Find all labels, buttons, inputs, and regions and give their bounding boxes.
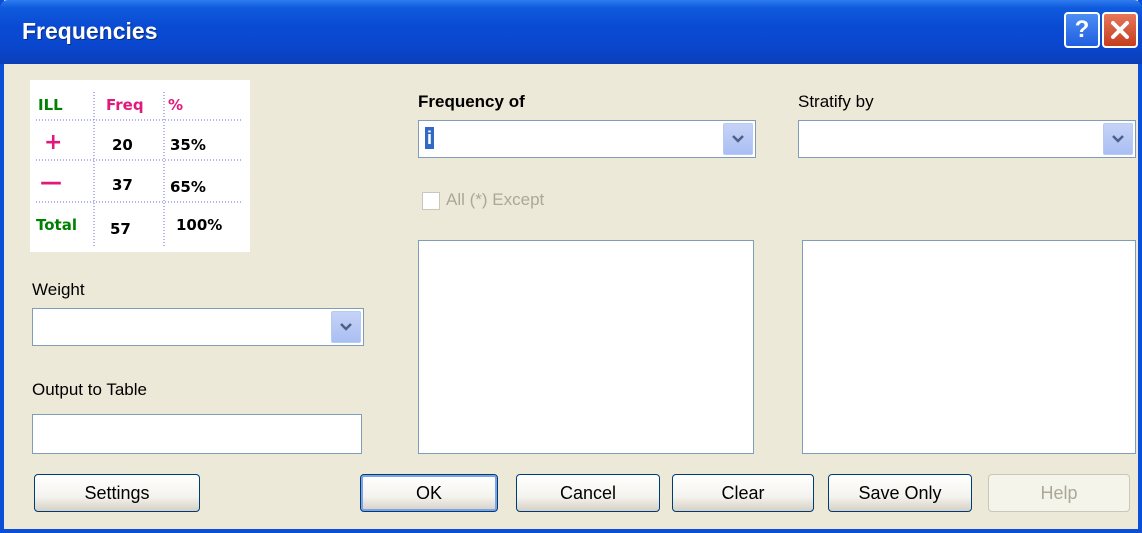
frequency-of-value: i	[425, 127, 435, 149]
frequency-of-dropdown-button[interactable]	[723, 123, 753, 155]
row-plus-pct: 35%	[170, 136, 206, 154]
all-except-label: All (*) Except	[446, 190, 545, 209]
chevron-down-icon	[340, 323, 352, 331]
output-table-label: Output to Table	[32, 380, 147, 399]
stratify-by-combobox[interactable]	[798, 120, 1136, 158]
frequency-of-combobox[interactable]: i	[418, 120, 756, 158]
save-only-button[interactable]: Save Only	[828, 474, 972, 512]
title-bar[interactable]: Frequencies ?	[0, 0, 1142, 64]
header-percent: %	[168, 96, 184, 114]
row-minus-pct: 65%	[170, 178, 206, 196]
close-button[interactable]	[1102, 12, 1138, 48]
frequency-of-label: Frequency of	[418, 92, 525, 111]
close-icon	[1111, 21, 1129, 39]
help-title-button[interactable]: ?	[1064, 12, 1100, 48]
chevron-down-icon	[732, 135, 744, 143]
frequency-variables-list[interactable]	[418, 240, 754, 454]
question-icon: ?	[1074, 16, 1090, 43]
window-title: Frequencies	[22, 18, 158, 44]
frequency-table-illustration: ILL Freq % + 20 35% — 37 65% Total 57 10…	[30, 80, 250, 252]
chevron-down-icon	[1112, 135, 1124, 143]
settings-button[interactable]: Settings	[34, 474, 200, 512]
all-except-checkbox[interactable]	[422, 192, 440, 210]
row-minus-freq: 37	[112, 176, 133, 194]
ok-button[interactable]: OK	[360, 474, 498, 512]
row-plus-freq: 20	[112, 136, 133, 154]
stratify-variables-list[interactable]	[802, 240, 1136, 454]
row-plus-sign: +	[44, 130, 63, 155]
header-ill: ILL	[38, 96, 63, 114]
header-freq: Freq	[106, 96, 144, 114]
clear-button[interactable]: Clear	[672, 474, 814, 512]
weight-label: Weight	[32, 280, 85, 299]
weight-combobox[interactable]	[32, 308, 364, 346]
row-minus-sign: —	[40, 170, 62, 195]
stratify-by-label: Stratify by	[798, 92, 874, 111]
frequencies-dialog: Frequencies ? ILL Freq % + 20 35% — 37 6…	[0, 0, 1142, 533]
weight-dropdown-button[interactable]	[331, 311, 361, 343]
output-table-input[interactable]	[32, 414, 362, 454]
row-total-label: Total	[36, 216, 77, 234]
help-button[interactable]: Help	[988, 474, 1130, 512]
row-total-pct: 100%	[176, 216, 223, 234]
stratify-by-dropdown-button[interactable]	[1103, 123, 1133, 155]
row-total-freq: 57	[110, 220, 131, 238]
cancel-button[interactable]: Cancel	[516, 474, 660, 512]
